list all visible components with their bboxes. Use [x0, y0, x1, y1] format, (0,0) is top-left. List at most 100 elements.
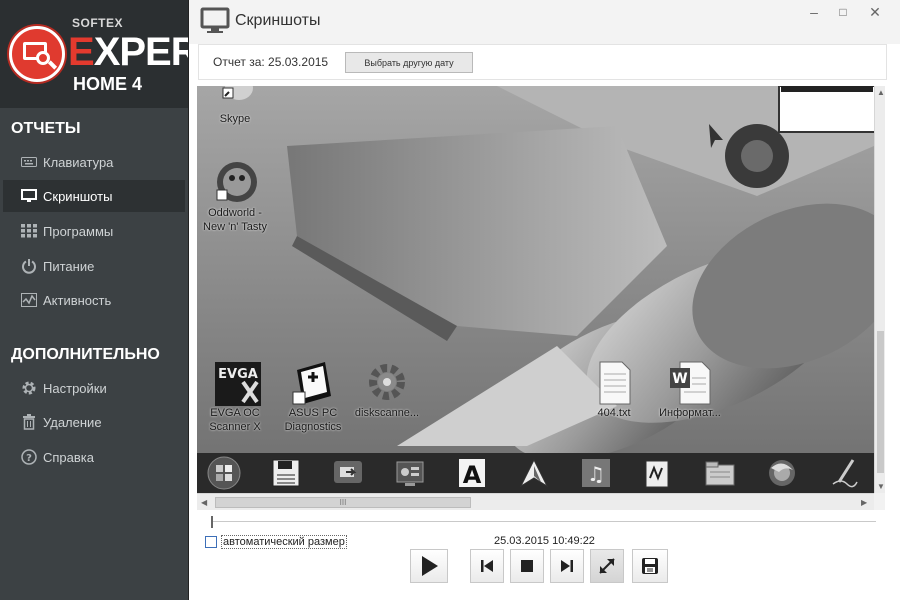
window-title: Скриншоты	[235, 12, 321, 29]
choose-date-button[interactable]: Выбрать другую дату	[345, 52, 473, 73]
extra-section-title: ДОПОЛНИТЕЛЬНО	[11, 346, 160, 363]
monitor-icon	[200, 7, 230, 40]
desktop-icon-label: diskscanne...	[354, 407, 420, 419]
desktop-icon-label: EVGA OC Scanner X	[209, 407, 261, 433]
gear-icon	[365, 360, 409, 404]
scroll-up-arrow-icon[interactable]: ▲	[877, 88, 885, 97]
skip-forward-icon	[561, 560, 573, 572]
scrollbar-thumb[interactable]: III	[215, 497, 471, 508]
taskbar: A ♫	[197, 453, 874, 493]
desktop-icon-label: Oddworld - New 'n' Tasty	[203, 207, 267, 233]
previous-button[interactable]	[470, 549, 504, 583]
power-icon	[19, 257, 39, 275]
sidebar-item-help[interactable]: ? Справка	[3, 441, 185, 473]
titlebar: Скриншоты – □ ✕	[189, 0, 900, 44]
desktop-icon-skype[interactable]: Skype	[197, 86, 275, 126]
sidebar-item-label: Программы	[43, 223, 114, 239]
sidebar-item-label: Активность	[43, 292, 112, 308]
brand-header: SOFTEX EXPERT HOME 4	[0, 0, 188, 108]
horizontal-scrollbar[interactable]: ◀ III ▶	[197, 493, 874, 510]
desktop-icon-asus[interactable]: ASUS PC Diagnostics	[273, 360, 353, 434]
sidebar-item-settings[interactable]: Настройки	[3, 372, 185, 404]
stop-icon	[521, 560, 533, 572]
sidebar-item-activity[interactable]: Активность	[3, 284, 185, 316]
browser-icon[interactable]	[763, 456, 801, 490]
desktop-icon-404-txt[interactable]: 404.txt	[574, 360, 654, 420]
sidebar-item-delete[interactable]: Удаление	[3, 406, 185, 438]
next-button[interactable]	[550, 549, 584, 583]
svg-text:♫: ♫	[587, 462, 605, 486]
activity-icon	[19, 291, 39, 309]
screenshot-image[interactable]: Skype Oddworld - New 'n' Tasty EVGA EVGA…	[197, 86, 874, 493]
font-app-icon[interactable]: A	[453, 456, 491, 490]
svg-text:?: ?	[26, 453, 32, 464]
close-button[interactable]: ✕	[861, 2, 889, 22]
auto-size-label: автоматический размер	[221, 535, 347, 549]
scrollbar-thumb[interactable]	[877, 331, 884, 473]
scroll-right-arrow-icon[interactable]: ▶	[861, 498, 867, 507]
desktop-icon-diskscanner[interactable]: diskscanne...	[347, 360, 427, 420]
skip-back-icon	[481, 560, 493, 572]
sidebar-item-label: Удаление	[43, 414, 102, 430]
evga-logo-text: EVGA	[218, 367, 258, 382]
control-panel-icon[interactable]	[391, 456, 429, 490]
desktop-icon-evga[interactable]: EVGA EVGA OC Scanner X	[197, 360, 275, 434]
timeline-handle[interactable]	[211, 516, 213, 528]
remote-desktop-icon[interactable]	[329, 456, 367, 490]
reports-section-title: ОТЧЕТЫ	[11, 120, 81, 137]
help-icon: ?	[19, 448, 39, 466]
maximize-button[interactable]: □	[829, 2, 857, 22]
brand-product: EXPERT	[68, 30, 188, 74]
save-app-icon[interactable]	[267, 456, 305, 490]
trash-icon	[19, 413, 39, 431]
text-file-icon	[592, 360, 636, 405]
scroll-left-arrow-icon[interactable]: ◀	[201, 498, 207, 507]
diagnostics-icon	[291, 360, 335, 405]
desktop-icon-label: Информат...	[659, 407, 721, 419]
desktop-icon-label: 404.txt	[597, 407, 631, 419]
sidebar-item-keyboard[interactable]: Клавиатура	[3, 146, 185, 178]
screenshot-timestamp: 25.03.2015 10:49:22	[494, 535, 595, 547]
screenshot-viewer: Skype Oddworld - New 'n' Tasty EVGA EVGA…	[197, 86, 885, 510]
report-date-label: Отчет за: 25.03.2015	[213, 55, 329, 69]
acrobat-icon[interactable]	[515, 456, 553, 490]
word-document-icon: W	[668, 360, 712, 405]
evga-icon: EVGA	[213, 360, 261, 406]
desktop-icon-oddworld[interactable]: Oddworld - New 'n' Tasty	[197, 160, 275, 234]
sidebar: SOFTEX EXPERT HOME 4 ОТЧЕТЫ Клавиатура С…	[0, 0, 188, 600]
svg-text:W: W	[672, 371, 687, 387]
stop-button[interactable]	[510, 549, 544, 583]
floppy-icon	[642, 558, 658, 574]
sidebar-item-label: Справка	[43, 449, 94, 465]
play-icon	[422, 556, 438, 576]
sidebar-item-screenshots[interactable]: Скриншоты	[3, 180, 185, 212]
scroll-down-arrow-icon[interactable]: ▼	[877, 482, 885, 491]
report-bar: Отчет за: 25.03.2015 Выбрать другую дату	[198, 44, 887, 80]
monitor-icon	[19, 187, 39, 205]
game-icon	[213, 160, 257, 204]
pen-app-icon[interactable]	[825, 456, 863, 490]
timeline-track[interactable]	[211, 521, 876, 522]
minimize-button[interactable]: –	[800, 2, 828, 22]
sidebar-item-power[interactable]: Питание	[3, 250, 185, 282]
notepad-plus-icon[interactable]	[639, 456, 677, 490]
fullscreen-button[interactable]	[590, 549, 624, 583]
file-explorer-icon[interactable]	[701, 456, 739, 490]
music-app-icon[interactable]: ♫	[577, 456, 615, 490]
start-orb-icon[interactable]	[205, 456, 243, 490]
brand-company: SOFTEX	[72, 16, 124, 30]
auto-size-checkbox[interactable]: автоматический размер	[205, 535, 347, 549]
gear-icon	[19, 379, 39, 397]
desktop-icon-label: ASUS PC Diagnostics	[284, 407, 342, 433]
play-button[interactable]	[410, 549, 448, 583]
logo-icon	[9, 26, 65, 82]
vertical-scrollbar[interactable]: ▲ ▼	[874, 86, 885, 493]
save-screenshot-button[interactable]	[632, 549, 668, 583]
sidebar-item-programs[interactable]: Программы	[3, 215, 185, 247]
grid-icon	[19, 222, 39, 240]
main-window: Скриншоты – □ ✕ Отчет за: 25.03.2015 Выб…	[188, 0, 900, 600]
checkbox-box[interactable]	[205, 536, 217, 548]
desktop-icon-info-doc[interactable]: W Информат...	[650, 360, 730, 420]
brand-edition: HOME 4	[73, 74, 143, 94]
sidebar-item-label: Питание	[43, 258, 95, 274]
